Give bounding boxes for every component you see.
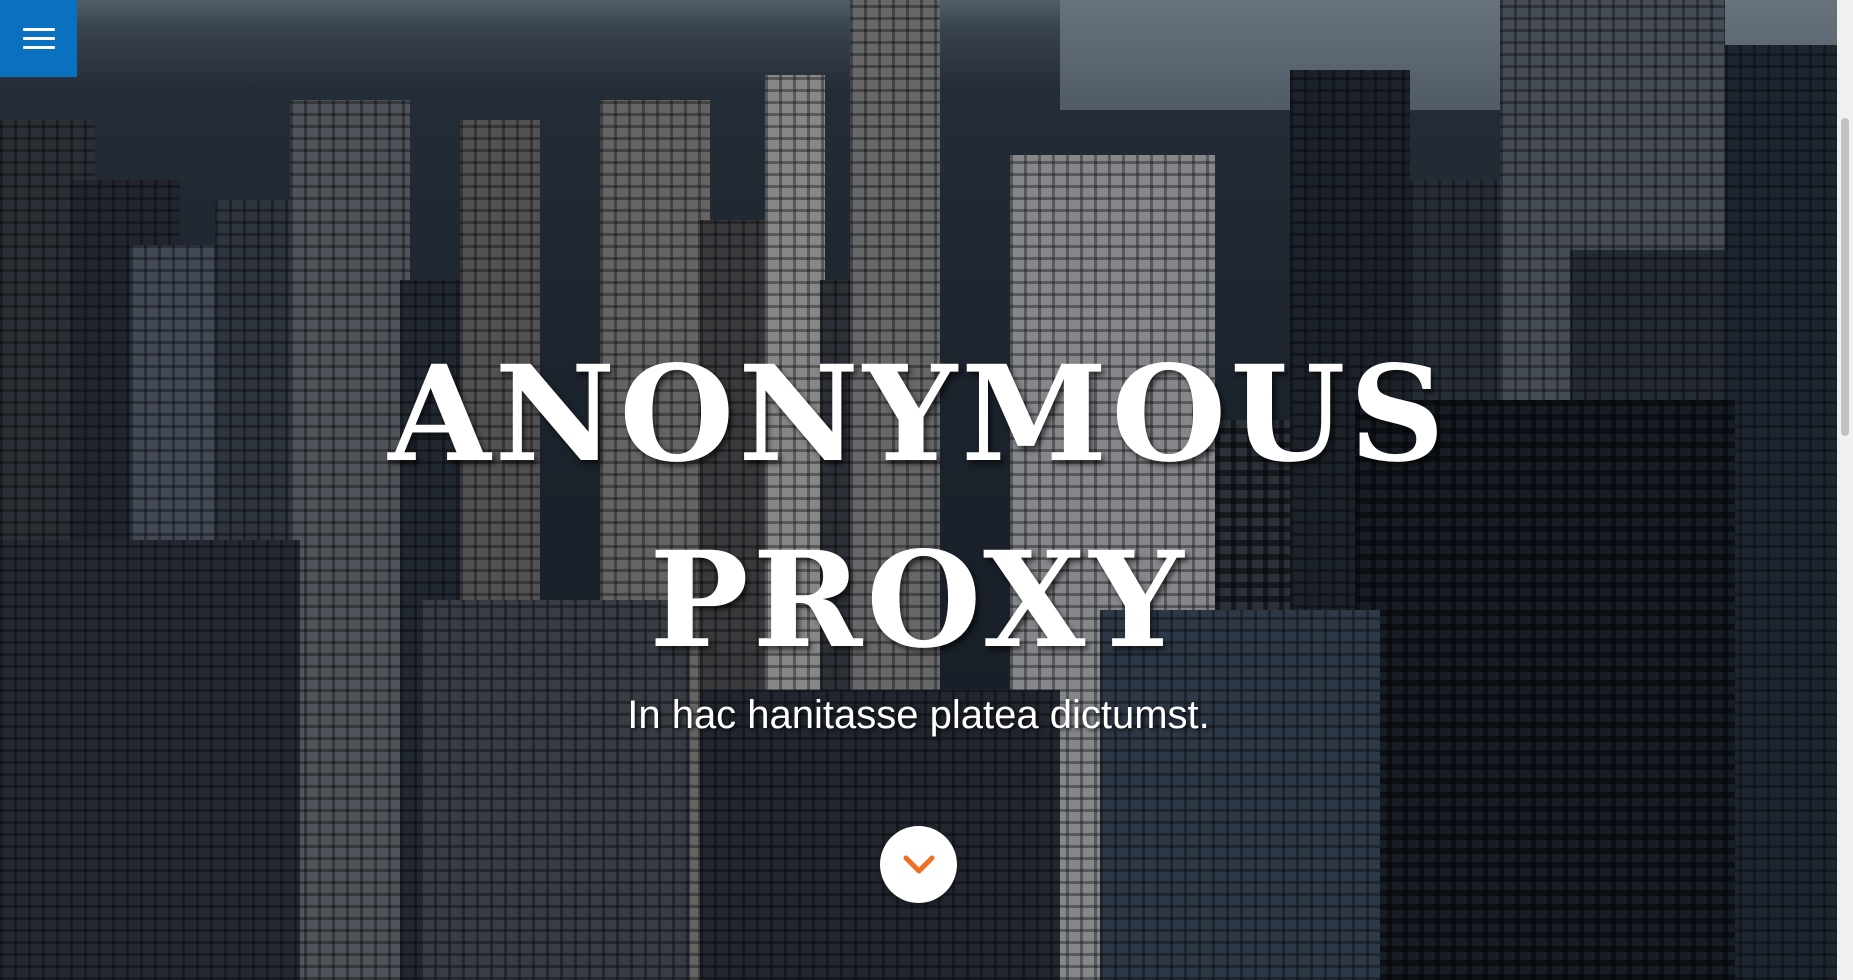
scrollbar-thumb[interactable] <box>1841 118 1849 436</box>
page: ANONYMOUS PROXY In hac hanitasse platea … <box>0 0 1853 980</box>
hamburger-menu-icon <box>22 22 55 55</box>
vertical-scrollbar[interactable] <box>1837 0 1853 980</box>
hero-title: ANONYMOUS PROXY <box>0 322 1837 694</box>
hero-title-line2: PROXY <box>649 523 1188 678</box>
hero-section: ANONYMOUS PROXY In hac hanitasse platea … <box>0 0 1837 980</box>
menu-button[interactable] <box>0 0 77 77</box>
scroll-down-button[interactable] <box>880 826 957 903</box>
chevron-down-icon <box>903 855 934 873</box>
hero-subtitle: In hac hanitasse platea dictumst. <box>627 693 1210 737</box>
hero-title-line1: ANONYMOUS <box>388 337 1449 492</box>
